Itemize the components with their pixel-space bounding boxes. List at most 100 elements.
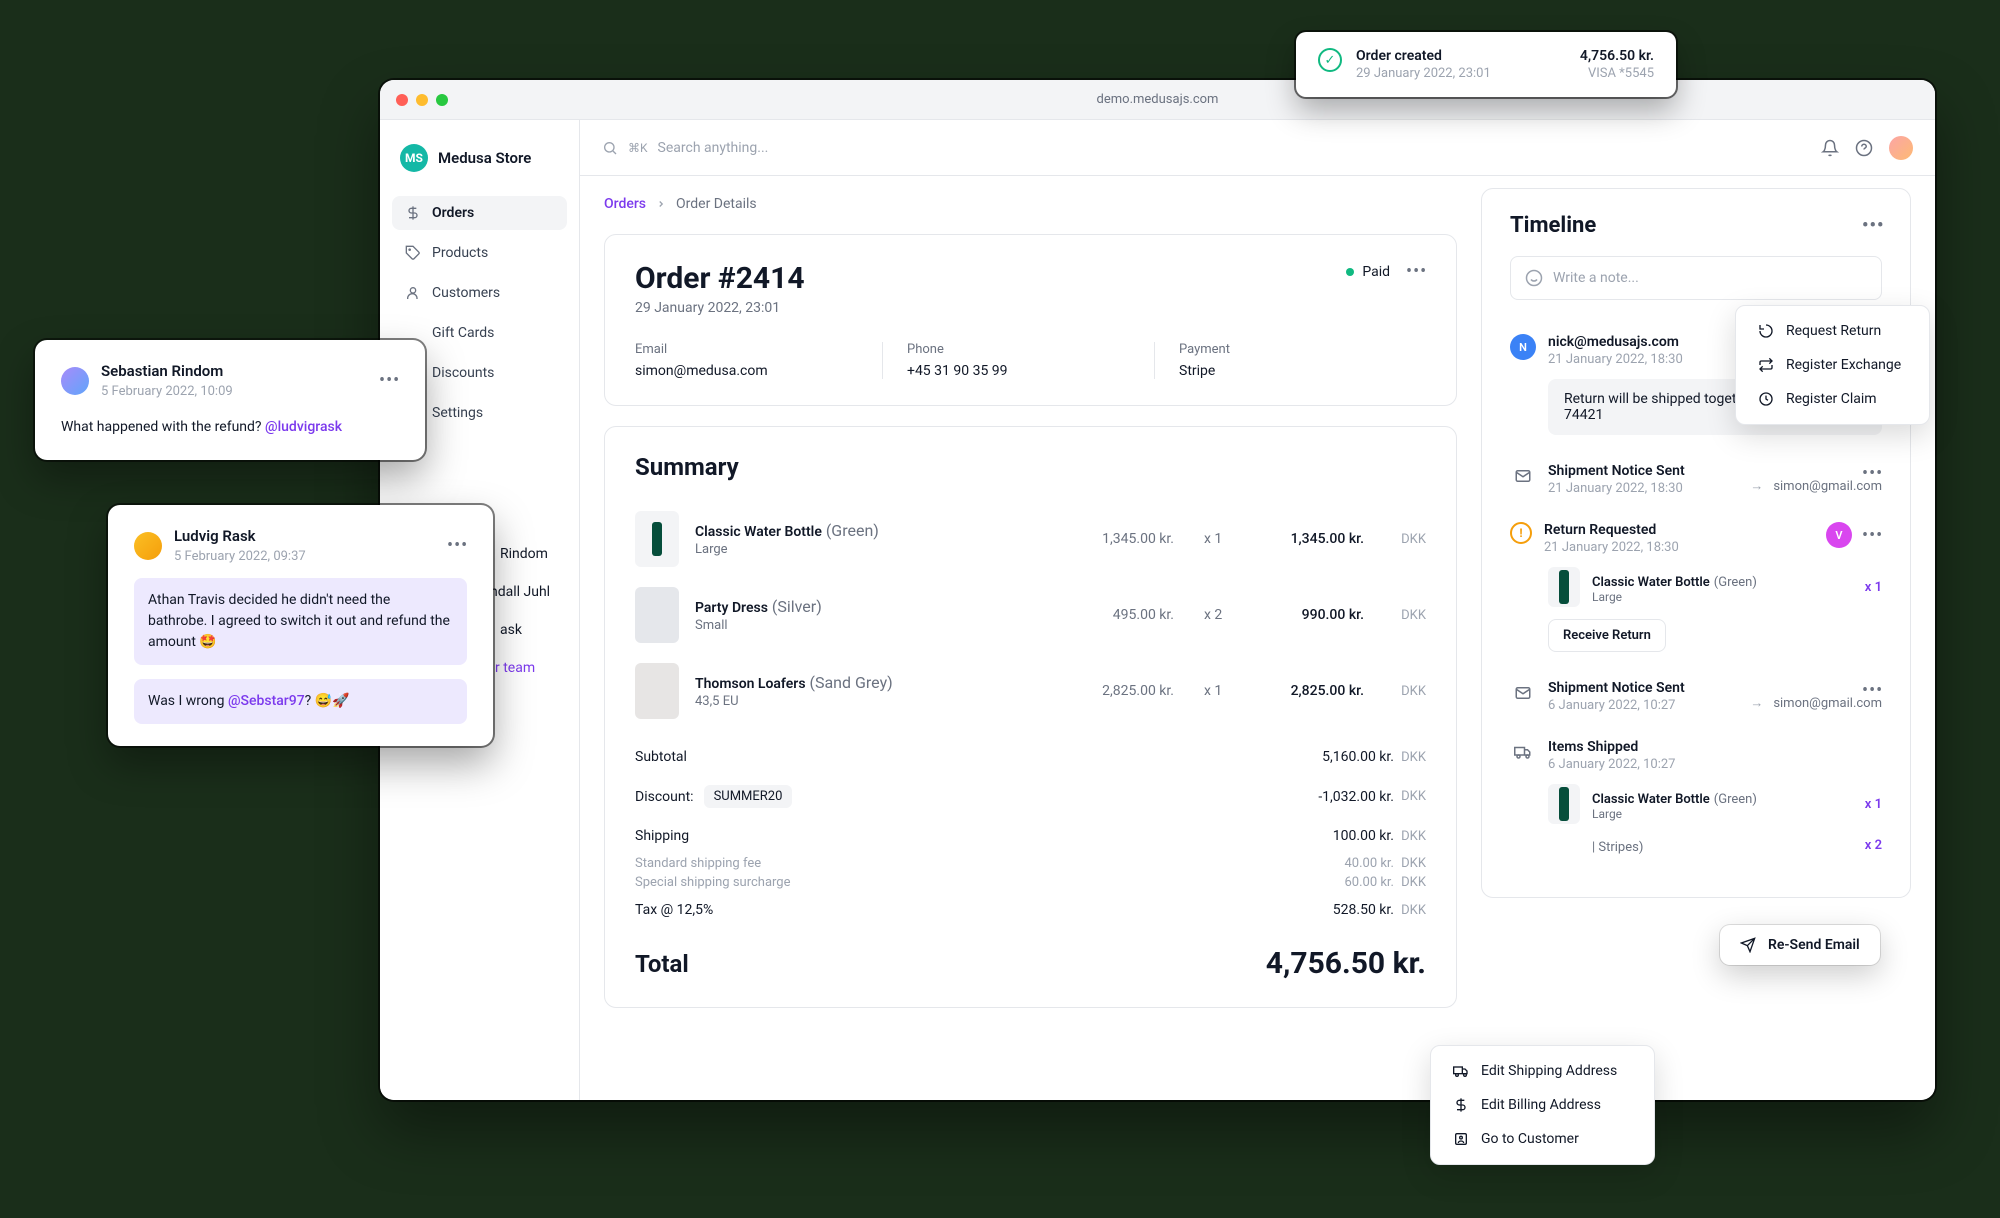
mention[interactable]: @Sebstar97 xyxy=(228,693,305,709)
shipping-sub-amount: 40.00 kr. xyxy=(1274,856,1394,871)
shipping-subline: Standard shipping fee 40.00 kr. DKK xyxy=(635,854,1426,873)
action-label: Register Claim xyxy=(1786,391,1877,407)
mention[interactable]: @ludvigrask xyxy=(265,419,342,435)
close-window-icon[interactable] xyxy=(396,94,408,106)
sidebar-item-label: Gift Cards xyxy=(432,325,494,341)
sidebar-item-products[interactable]: Products xyxy=(392,236,567,270)
subtotal-row: Subtotal 5,160.00 kr. DKK xyxy=(635,739,1426,775)
shipping-sub-label: Standard shipping fee xyxy=(635,856,1274,871)
line-item-name: Classic Water Bottle xyxy=(695,524,822,540)
toast-amount: 4,756.50 kr. xyxy=(1580,48,1654,64)
edit-billing-action[interactable]: Edit Billing Address xyxy=(1439,1088,1646,1122)
status-text: Paid xyxy=(1362,264,1390,280)
partial-name: ask xyxy=(500,622,522,638)
event-label: Return Requested xyxy=(1544,522,1814,538)
sidebar-item-orders[interactable]: Orders xyxy=(392,196,567,230)
comment-time: 5 February 2022, 10:09 xyxy=(101,384,367,399)
currency: DKK xyxy=(1394,532,1426,547)
timeline-menu[interactable]: ••• xyxy=(1862,215,1882,236)
line-item: Thomson Loafers (Sand Grey) 43,5 EU 2,82… xyxy=(635,653,1426,729)
send-icon xyxy=(1740,937,1756,953)
search-icon xyxy=(602,140,618,156)
comment-text: Was I wrong xyxy=(148,693,228,709)
breadcrumb-root[interactable]: Orders xyxy=(604,196,646,212)
payment-label: Payment xyxy=(1179,342,1426,357)
event-menu[interactable]: ••• xyxy=(1862,525,1882,546)
sidebar-item-label: Discounts xyxy=(432,365,494,381)
store-logo: MS xyxy=(400,144,428,172)
mail-icon xyxy=(1510,680,1536,706)
request-return-action[interactable]: Request Return xyxy=(1744,314,1921,348)
comment-author: Sebastian Rindom xyxy=(101,362,367,380)
summary-title: Summary xyxy=(635,453,1426,481)
bell-icon[interactable] xyxy=(1821,139,1839,157)
subtotal-value: 5,160.00 kr. xyxy=(1274,749,1394,765)
timeline-title: Timeline xyxy=(1510,213,1596,238)
product-name: Classic Water Bottle xyxy=(1592,792,1710,807)
discount-label: Discount: xyxy=(635,789,694,805)
comment-bubble: Was I wrong @Sebstar97? 😅🚀 xyxy=(134,679,467,724)
toast-title: Order created xyxy=(1356,48,1566,64)
currency: DKK xyxy=(1394,856,1426,871)
product-qty: x 2 xyxy=(1865,838,1882,853)
comment-card: Ludvig Rask 5 February 2022, 09:37 ••• A… xyxy=(108,505,493,746)
partial-name: ndall Juhl xyxy=(490,584,550,600)
action-label: Request Return xyxy=(1786,323,1881,339)
topbar: ⌘K Search anything... xyxy=(580,120,1935,176)
event-time: 6 January 2022, 10:27 xyxy=(1548,757,1882,772)
comment-card: Sebastian Rindom 5 February 2022, 10:09 … xyxy=(35,340,425,460)
register-claim-action[interactable]: Register Claim xyxy=(1744,382,1921,416)
global-search[interactable]: ⌘K Search anything... xyxy=(602,140,1807,156)
warning-icon: ! xyxy=(1510,522,1532,544)
breadcrumb-current: Order Details xyxy=(676,196,757,212)
sidebar-item-label: Products xyxy=(432,245,488,261)
shipping-value: 100.00 kr. xyxy=(1274,828,1394,844)
maximize-window-icon[interactable] xyxy=(436,94,448,106)
truck-icon xyxy=(1453,1063,1469,1079)
product-thumbnail xyxy=(635,663,679,719)
user-icon xyxy=(404,284,422,302)
comment-menu[interactable]: ••• xyxy=(379,370,399,391)
line-item-variant: (Silver) xyxy=(772,597,822,616)
minimize-window-icon[interactable] xyxy=(416,94,428,106)
undo-icon xyxy=(1758,323,1774,339)
tax-row: Tax @ 12,5% 528.50 kr. DKK xyxy=(635,892,1426,928)
phone-label: Phone xyxy=(907,342,1154,357)
order-actions-menu[interactable]: ••• xyxy=(1406,261,1426,282)
user-avatar[interactable] xyxy=(1889,136,1913,160)
go-customer-action[interactable]: Go to Customer xyxy=(1439,1122,1646,1156)
currency: DKK xyxy=(1394,829,1426,844)
window-controls[interactable] xyxy=(396,94,448,106)
comment-avatar xyxy=(61,367,89,395)
store-switcher[interactable]: MS Medusa Store xyxy=(392,140,567,190)
app-window: demo.medusajs.com MS Medusa Store Orders… xyxy=(380,80,1935,1100)
product-name: Classic Water Bottle xyxy=(1592,575,1710,590)
smile-icon xyxy=(1525,269,1543,287)
tax-value: 528.50 kr. xyxy=(1274,902,1394,918)
note-placeholder: Write a note... xyxy=(1553,270,1639,286)
comment-menu[interactable]: ••• xyxy=(447,535,467,556)
timeline-event: ! Return Requested 21 January 2022, 18:3… xyxy=(1510,512,1882,670)
resend-email-popover[interactable]: Re-Send Email xyxy=(1720,925,1880,965)
line-item-sub: Small xyxy=(695,618,822,633)
currency: DKK xyxy=(1394,750,1426,765)
line-item-name: Thomson Loafers xyxy=(695,676,806,692)
receive-return-button[interactable]: Receive Return xyxy=(1548,619,1666,652)
clock-icon xyxy=(1758,391,1774,407)
event-label: Shipment Notice Sent xyxy=(1548,463,1850,479)
chevron-right-icon xyxy=(656,199,666,209)
user-badge-icon: N xyxy=(1510,334,1536,360)
edit-shipping-action[interactable]: Edit Shipping Address xyxy=(1439,1054,1646,1088)
dollar-icon xyxy=(1453,1097,1469,1113)
product-variant: | Stripes) xyxy=(1592,840,1643,855)
sidebar-item-label: Customers xyxy=(432,285,500,301)
help-icon[interactable] xyxy=(1855,139,1873,157)
sidebar-item-customers[interactable]: Customers xyxy=(392,276,567,310)
event-product: | Stripes) x 2 xyxy=(1548,836,1882,855)
order-date: 29 January 2022, 23:01 xyxy=(635,300,805,316)
discount-code-chip[interactable]: SUMMER20 xyxy=(704,785,793,808)
timeline-note-input[interactable]: Write a note... xyxy=(1510,256,1882,300)
register-exchange-action[interactable]: Register Exchange xyxy=(1744,348,1921,382)
quantity: x 1 xyxy=(1204,531,1234,547)
comment-bubble: Athan Travis decided he didn't need the … xyxy=(134,578,467,665)
